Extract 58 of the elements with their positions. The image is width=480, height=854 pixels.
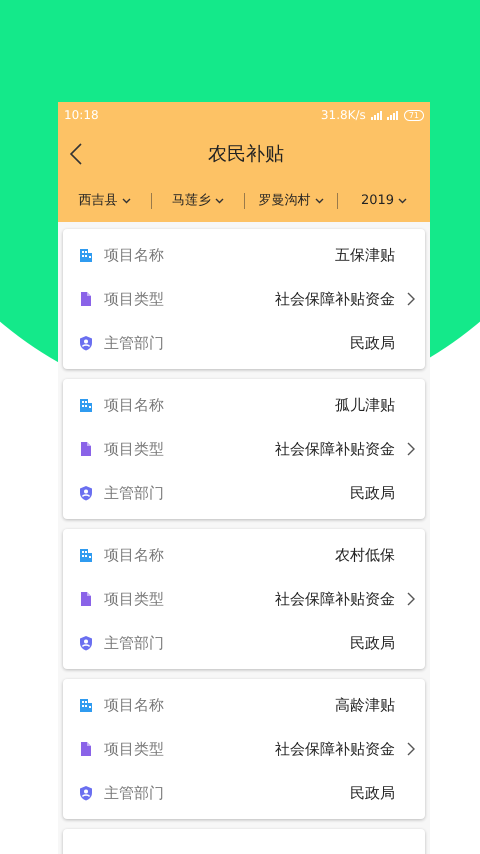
field-label: 项目名称 xyxy=(104,695,164,716)
field-value: 民政局 xyxy=(350,482,395,504)
field-label: 项目名称 xyxy=(104,395,164,416)
shield-user-icon xyxy=(78,334,94,351)
field-label: 项目类型 xyxy=(104,438,164,460)
building-icon xyxy=(78,697,94,714)
chevron-right-icon xyxy=(407,442,415,456)
shield-user-icon xyxy=(78,784,94,801)
field-value: 社会保障补贴资金 xyxy=(275,288,395,310)
field-value: 社会保障补贴资金 xyxy=(275,588,395,610)
chevron-down-icon xyxy=(122,198,130,204)
document-icon xyxy=(78,741,94,757)
field-value: 民政局 xyxy=(350,632,395,654)
chevron-right-icon xyxy=(407,742,415,756)
shield-user-icon xyxy=(78,484,94,501)
field-label: 项目名称 xyxy=(104,545,164,566)
building-icon xyxy=(78,397,94,414)
filter-dropdown[interactable]: 罗曼沟村 xyxy=(245,191,337,211)
signal-icon xyxy=(370,110,400,120)
project-card[interactable]: 项目名称 五保津贴 项目类型 社会保障补贴资金 主管部门 民政局 xyxy=(63,229,425,369)
document-icon xyxy=(78,291,94,307)
field-value: 农村低保 xyxy=(335,545,395,566)
project-card[interactable]: 项目名称 孤儿津贴 项目类型 社会保障补贴资金 主管部门 民政局 xyxy=(63,379,425,519)
field-label: 项目类型 xyxy=(104,288,164,310)
status-time: 10:18 xyxy=(64,107,99,124)
shield-user-icon xyxy=(78,634,94,651)
filter-dropdown[interactable]: 马莲乡 xyxy=(152,191,244,211)
field-value: 高龄津贴 xyxy=(335,695,395,716)
field-label: 主管部门 xyxy=(104,482,164,504)
page-title: 农民补贴 xyxy=(208,142,284,167)
field-label: 主管部门 xyxy=(104,782,164,804)
back-icon xyxy=(70,143,82,165)
building-icon xyxy=(78,247,94,264)
building-icon xyxy=(78,547,94,564)
chevron-down-icon xyxy=(398,198,408,204)
field-label: 项目类型 xyxy=(104,738,164,760)
chevron-down-icon xyxy=(215,198,224,204)
field-value: 孤儿津贴 xyxy=(335,395,395,416)
field-label: 主管部门 xyxy=(104,632,164,654)
field-label: 项目名称 xyxy=(104,245,164,266)
chevron-down-icon xyxy=(314,198,324,204)
document-icon xyxy=(78,441,94,457)
filter-dropdown[interactable]: 西吉县 xyxy=(58,191,151,211)
field-value: 社会保障补贴资金 xyxy=(275,738,395,760)
battery-indicator: 71 xyxy=(404,110,424,120)
project-card[interactable]: 项目名称 农村低保 项目类型 社会保障补贴资金 主管部门 民政局 xyxy=(63,529,425,669)
field-label: 主管部门 xyxy=(104,332,164,354)
chevron-right-icon xyxy=(407,292,415,306)
field-value: 民政局 xyxy=(350,332,395,354)
field-value: 五保津贴 xyxy=(335,245,395,266)
filter-dropdown[interactable]: 2019 xyxy=(338,191,430,211)
field-label: 项目类型 xyxy=(104,588,164,610)
project-card[interactable]: 项目名称 高龄津贴 项目类型 社会保障补贴资金 主管部门 民政局 xyxy=(63,679,425,819)
document-icon xyxy=(78,591,94,607)
network-speed: 31.8K/s xyxy=(320,107,366,124)
chevron-right-icon xyxy=(407,592,415,606)
field-value: 民政局 xyxy=(350,782,395,804)
field-value: 社会保障补贴资金 xyxy=(275,438,395,460)
